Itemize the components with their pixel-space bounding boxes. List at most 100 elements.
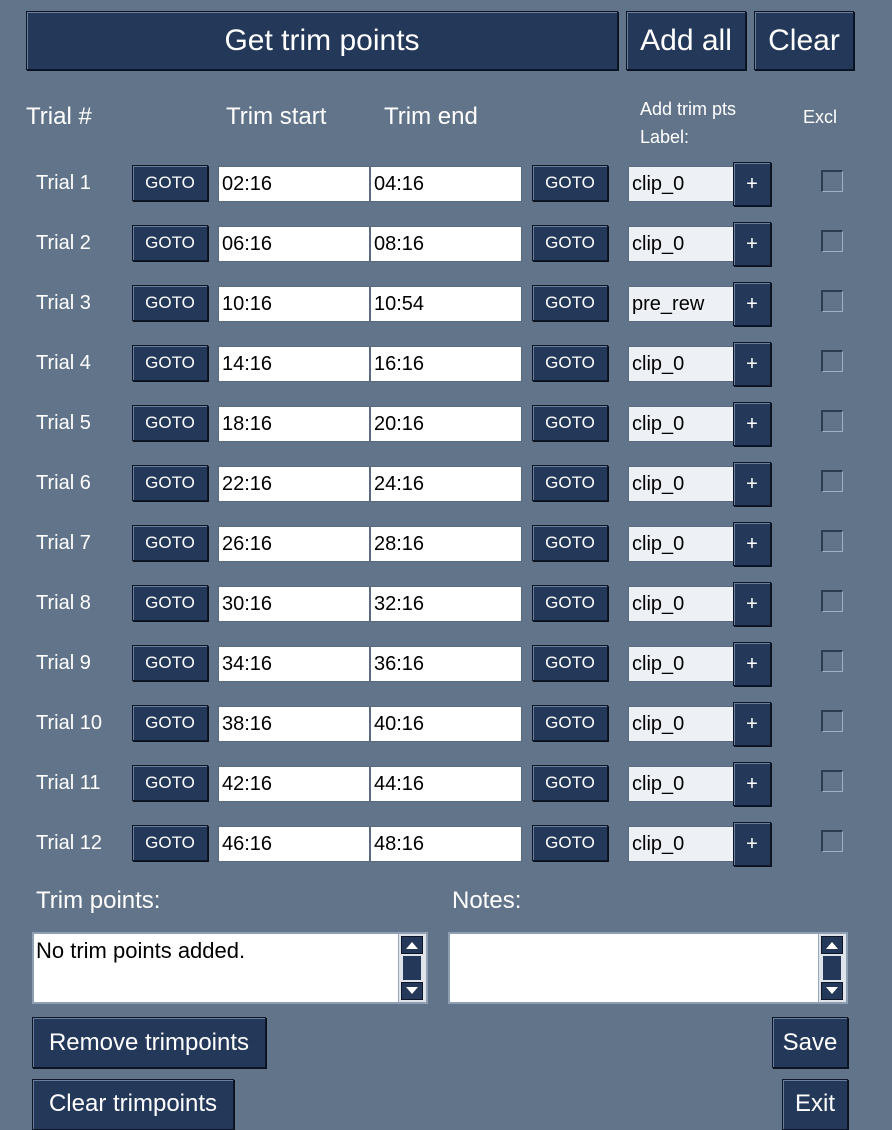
goto-start-button[interactable]: GOTO [132, 825, 208, 861]
add-trim-point-button[interactable]: + [733, 702, 771, 746]
exclude-checkbox[interactable] [821, 590, 843, 612]
exclude-checkbox[interactable] [821, 410, 843, 432]
goto-end-button[interactable]: GOTO [532, 165, 608, 201]
exclude-checkbox[interactable] [821, 710, 843, 732]
triangle-down-icon[interactable] [821, 982, 843, 1000]
clip-label-input[interactable] [628, 706, 734, 742]
add-trim-point-button[interactable]: + [733, 822, 771, 866]
goto-start-button[interactable]: GOTO [132, 645, 208, 681]
goto-end-button[interactable]: GOTO [532, 765, 608, 801]
goto-start-button[interactable]: GOTO [132, 465, 208, 501]
trim-start-input[interactable] [218, 706, 370, 742]
goto-end-button[interactable]: GOTO [532, 225, 608, 261]
clip-label-input[interactable] [628, 466, 734, 502]
goto-start-button[interactable]: GOTO [132, 285, 208, 321]
trim-start-input[interactable] [218, 526, 370, 562]
add-all-button[interactable]: Add all [626, 11, 746, 70]
trim-start-input[interactable] [218, 586, 370, 622]
add-trim-point-button[interactable]: + [733, 762, 771, 806]
goto-start-button[interactable]: GOTO [132, 525, 208, 561]
add-trim-point-button[interactable]: + [733, 342, 771, 386]
remove-trimpoints-button[interactable]: Remove trimpoints [32, 1017, 266, 1068]
goto-end-button[interactable]: GOTO [532, 705, 608, 741]
add-trim-point-button[interactable]: + [733, 402, 771, 446]
clip-label-input[interactable] [628, 526, 734, 562]
triangle-up-icon[interactable] [821, 936, 843, 954]
clip-label-input[interactable] [628, 226, 734, 262]
goto-start-button[interactable]: GOTO [132, 765, 208, 801]
add-trim-point-button[interactable]: + [733, 462, 771, 506]
get-trim-points-button[interactable]: Get trim points [26, 11, 618, 70]
add-trim-point-button[interactable]: + [733, 582, 771, 626]
trim-end-input[interactable] [370, 526, 522, 562]
trim-end-input[interactable] [370, 166, 522, 202]
goto-end-button[interactable]: GOTO [532, 825, 608, 861]
trim-end-input[interactable] [370, 406, 522, 442]
exclude-checkbox[interactable] [821, 230, 843, 252]
trim-end-input[interactable] [370, 586, 522, 622]
goto-start-button[interactable]: GOTO [132, 225, 208, 261]
clip-label-input[interactable] [628, 406, 734, 442]
goto-end-button[interactable]: GOTO [532, 465, 608, 501]
clip-label-input[interactable] [628, 346, 734, 382]
notes-scrollbar[interactable] [818, 934, 846, 1002]
trim-end-input[interactable] [370, 826, 522, 862]
clip-label-input[interactable] [628, 646, 734, 682]
add-trim-point-button[interactable]: + [733, 522, 771, 566]
trim-points-scrollbar[interactable] [398, 934, 426, 1002]
notes-textbox[interactable] [448, 932, 848, 1004]
trim-start-input[interactable] [218, 466, 370, 502]
add-trim-point-button[interactable]: + [733, 162, 771, 206]
trim-start-input[interactable] [218, 166, 370, 202]
clip-label-input[interactable] [628, 166, 734, 202]
exclude-checkbox[interactable] [821, 650, 843, 672]
clip-label-input[interactable] [628, 826, 734, 862]
add-trim-point-button[interactable]: + [733, 642, 771, 686]
goto-start-button[interactable]: GOTO [132, 705, 208, 741]
exclude-checkbox[interactable] [821, 170, 843, 192]
trim-start-input[interactable] [218, 766, 370, 802]
add-trim-point-button[interactable]: + [733, 222, 771, 266]
goto-start-button[interactable]: GOTO [132, 165, 208, 201]
exclude-checkbox[interactable] [821, 770, 843, 792]
trim-points-textbox[interactable]: No trim points added. [32, 932, 428, 1004]
clear-trimpoints-button[interactable]: Clear trimpoints [32, 1079, 234, 1130]
clear-button[interactable]: Clear [754, 11, 854, 70]
exclude-checkbox[interactable] [821, 830, 843, 852]
goto-end-button[interactable]: GOTO [532, 525, 608, 561]
exclude-checkbox[interactable] [821, 290, 843, 312]
trim-end-input[interactable] [370, 346, 522, 382]
trim-start-input[interactable] [218, 226, 370, 262]
trim-end-input[interactable] [370, 226, 522, 262]
goto-start-button[interactable]: GOTO [132, 405, 208, 441]
trim-start-input[interactable] [218, 646, 370, 682]
trim-start-input[interactable] [218, 346, 370, 382]
triangle-down-icon[interactable] [401, 982, 423, 1000]
goto-end-button[interactable]: GOTO [532, 345, 608, 381]
trim-start-input[interactable] [218, 826, 370, 862]
goto-end-button[interactable]: GOTO [532, 645, 608, 681]
goto-end-button[interactable]: GOTO [532, 285, 608, 321]
save-button[interactable]: Save [772, 1017, 848, 1068]
scroll-track[interactable] [403, 956, 421, 980]
trim-end-input[interactable] [370, 646, 522, 682]
trim-end-input[interactable] [370, 766, 522, 802]
trim-start-input[interactable] [218, 286, 370, 322]
goto-start-button[interactable]: GOTO [132, 585, 208, 621]
goto-start-button[interactable]: GOTO [132, 345, 208, 381]
exit-button[interactable]: Exit [782, 1079, 848, 1130]
exclude-checkbox[interactable] [821, 530, 843, 552]
trim-end-input[interactable] [370, 466, 522, 502]
goto-end-button[interactable]: GOTO [532, 585, 608, 621]
trim-start-input[interactable] [218, 406, 370, 442]
exclude-checkbox[interactable] [821, 470, 843, 492]
scroll-track[interactable] [823, 956, 841, 980]
clip-label-input[interactable] [628, 586, 734, 622]
trim-end-input[interactable] [370, 706, 522, 742]
clip-label-input[interactable] [628, 286, 734, 322]
goto-end-button[interactable]: GOTO [532, 405, 608, 441]
clip-label-input[interactable] [628, 766, 734, 802]
exclude-checkbox[interactable] [821, 350, 843, 372]
add-trim-point-button[interactable]: + [733, 282, 771, 326]
trim-end-input[interactable] [370, 286, 522, 322]
